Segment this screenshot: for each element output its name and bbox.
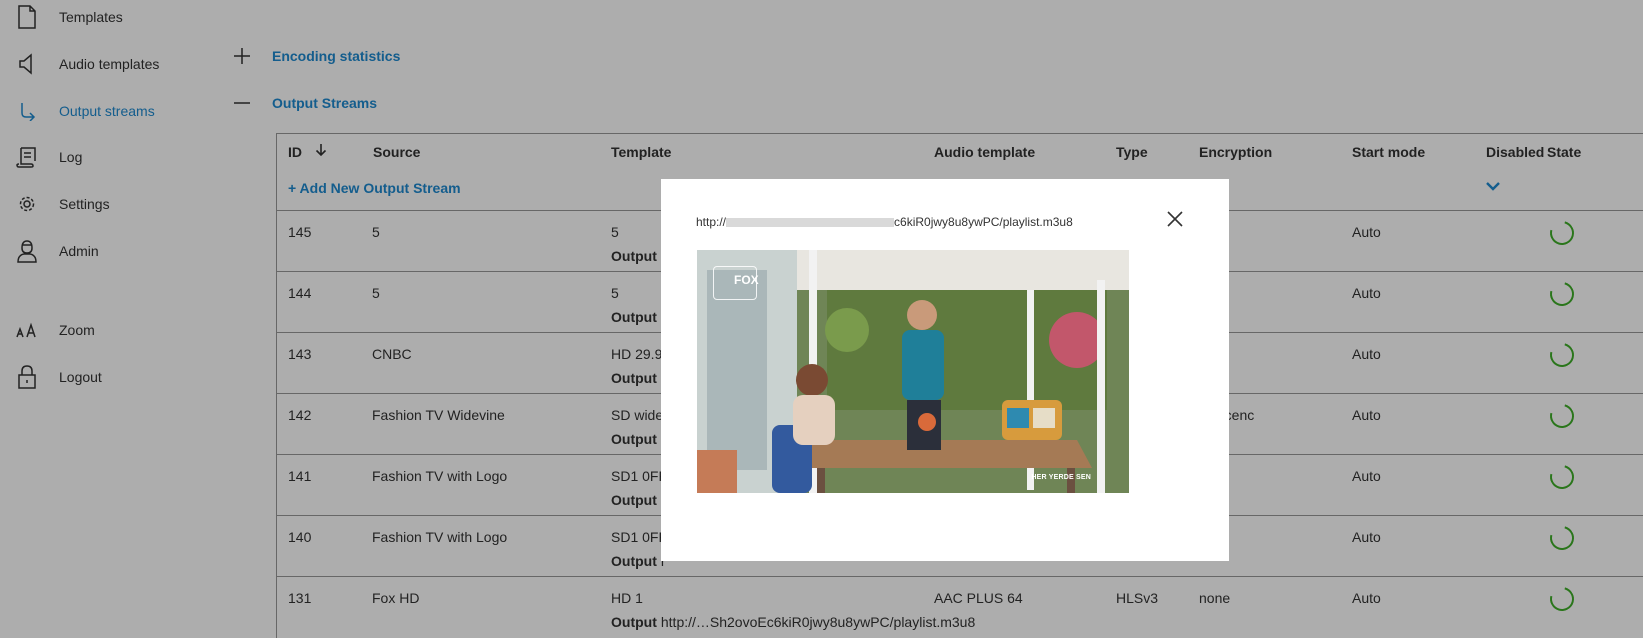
redacted-region [726,218,895,228]
channel-tagline: HER YERDE SEN [1031,474,1091,481]
stream-url-suffix: c6kiR0jwy8u8ywPC/playlist.m3u8 [894,215,1073,229]
channel-watermark: FOX [713,266,759,300]
video-player[interactable]: FOX HER YERDE SEN [697,250,1129,493]
stream-url[interactable]: http:// c6kiR0jwy8u8ywPC/playlist.m3u8 [696,215,1073,229]
video-frame [697,250,1129,493]
close-icon[interactable] [1166,210,1184,228]
video-preview-modal: http:// c6kiR0jwy8u8ywPC/playlist.m3u8 FO… [661,179,1229,561]
stream-url-prefix: http:// [696,215,727,229]
